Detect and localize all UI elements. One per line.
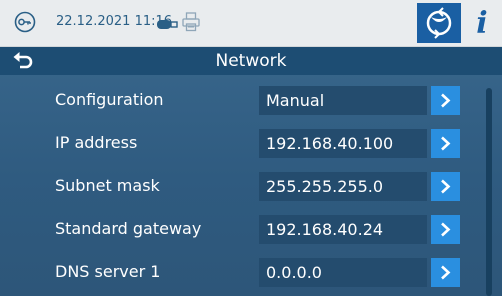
back-arrow-icon <box>12 52 34 75</box>
setting-row-dns-server-1: DNS server 1 0.0.0.0 <box>0 250 502 292</box>
datetime: 22.12.2021 11:16 <box>56 14 173 29</box>
setting-label: Configuration <box>55 90 164 109</box>
chevron-right-icon <box>441 179 451 194</box>
edit-ip-address-button[interactable] <box>431 129 460 158</box>
edit-subnet-mask-button[interactable] <box>431 172 460 201</box>
setting-value-field[interactable]: 192.168.40.100 <box>259 129 427 158</box>
edit-standard-gateway-button[interactable] <box>431 215 460 244</box>
setting-value-field[interactable]: 192.168.40.24 <box>259 215 427 244</box>
usb-icon <box>156 16 178 29</box>
screen: 22.12.2021 11:16 i Network Configuration… <box>0 0 502 296</box>
chevron-right-icon <box>441 222 451 237</box>
setting-label: Subnet mask <box>55 176 160 195</box>
setting-value-field[interactable]: 0.0.0.0 <box>259 258 427 287</box>
setting-row-subnet-mask: Subnet mask 255.255.255.0 <box>0 164 502 206</box>
setting-label: DNS server 1 <box>55 262 161 281</box>
setting-row-configuration: Configuration Manual <box>0 78 502 120</box>
setting-value-field[interactable]: 255.255.255.0 <box>259 172 427 201</box>
key-icon <box>12 11 38 33</box>
sync-icon <box>417 7 461 47</box>
sync-button[interactable] <box>417 3 461 43</box>
setting-value: 192.168.40.24 <box>266 220 384 239</box>
printer-icon <box>182 12 200 32</box>
setting-label: Standard gateway <box>55 219 202 238</box>
chevron-right-icon <box>441 93 451 108</box>
setting-value: Manual <box>266 91 325 110</box>
scrollbar[interactable] <box>486 88 492 296</box>
info-icon: i <box>476 6 488 41</box>
info-button[interactable]: i <box>466 6 498 42</box>
setting-value-field[interactable]: Manual <box>259 86 427 115</box>
page-title: Network <box>215 51 287 71</box>
setting-value: 255.255.255.0 <box>266 177 384 196</box>
status-bar: 22.12.2021 11:16 i <box>0 0 502 47</box>
setting-row-standard-gateway: Standard gateway 192.168.40.24 <box>0 207 502 249</box>
setting-value: 0.0.0.0 <box>266 263 322 282</box>
edit-configuration-button[interactable] <box>431 86 460 115</box>
setting-label: IP address <box>55 133 138 152</box>
edit-dns-server-1-button[interactable] <box>431 258 460 287</box>
setting-value: 192.168.40.100 <box>266 134 394 153</box>
back-button[interactable] <box>12 51 34 71</box>
chevron-right-icon <box>441 136 451 151</box>
setting-row-ip-address: IP address 192.168.40.100 <box>0 121 502 163</box>
chevron-right-icon <box>441 265 451 280</box>
title-bar: Network <box>0 47 502 75</box>
